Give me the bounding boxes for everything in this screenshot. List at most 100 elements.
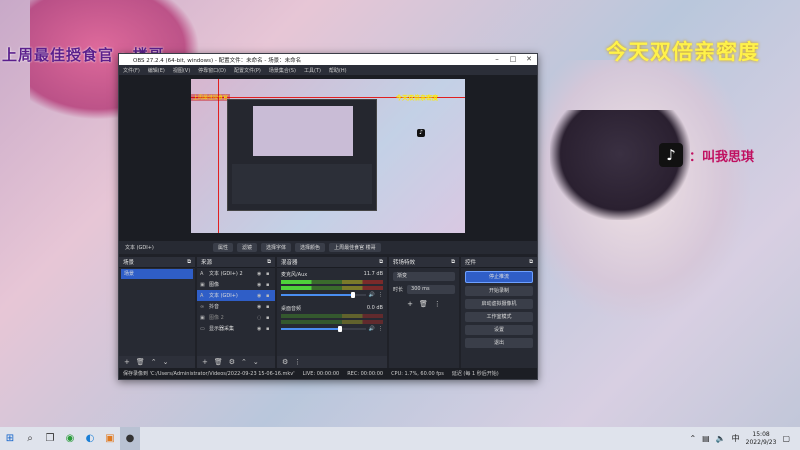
- mixer-dock: 混音器 ⧉ 麦克风/Aux 11.7 dB 🔊 ⋮ 桌面音频 0.0 dB 🔊 ⋮ ⚙ ⋮: [277, 257, 387, 368]
- undock-icon[interactable]: ⧉: [379, 259, 383, 266]
- source-toolbar: 文本 (GDI+) 属性 滤镜 选择字体 选择颜色 上周最佳食官 楼哥: [119, 241, 537, 254]
- mixer-menu-icon[interactable]: ⋮: [294, 358, 301, 366]
- clock[interactable]: 15:08 2022/9/23: [746, 431, 777, 447]
- menu-file[interactable]: 文件(F): [119, 67, 144, 74]
- volume-slider[interactable]: [281, 326, 366, 332]
- channel-menu-icon[interactable]: ⋮: [378, 326, 383, 332]
- eye-off-icon[interactable]: ◌: [257, 315, 263, 321]
- notification-icon[interactable]: ▢: [782, 434, 790, 443]
- settings-button[interactable]: 设置: [465, 325, 533, 335]
- menu-docks[interactable]: 停靠窗口(D): [194, 67, 230, 74]
- advanced-audio-icon[interactable]: ⚙: [282, 358, 288, 366]
- lock-icon[interactable]: ▪: [266, 282, 272, 288]
- source-item-selected[interactable]: A 文本 (GDI+) ◉ ▪: [197, 290, 275, 301]
- cpu-fps: CPU: 1.7%, 60.00 fps: [391, 370, 444, 377]
- transition-menu-icon[interactable]: ⋮: [434, 300, 441, 308]
- eye-icon[interactable]: ◉: [257, 293, 263, 299]
- speaker-icon[interactable]: 🔊: [369, 292, 375, 298]
- eye-icon[interactable]: ◉: [257, 271, 263, 277]
- minimize-icon[interactable]: –: [489, 54, 505, 65]
- docks-row: 场景 ⧉ 场景 + 🗑 ⌃ ⌄ 来源 ⧉ A 文本 (GDI+) 2 ◉ ▪ ▣ 图像 ◉ ▪ …: [119, 257, 537, 368]
- add-source-icon[interactable]: +: [202, 358, 208, 366]
- clock-time: 15:08: [752, 430, 770, 438]
- maximize-icon[interactable]: □: [505, 54, 521, 65]
- volume-icon[interactable]: 🔈: [716, 434, 726, 443]
- store-icon[interactable]: ▣: [100, 427, 120, 450]
- speaker-icon[interactable]: 🔊: [369, 326, 375, 332]
- select-font-button[interactable]: 选择字体: [261, 243, 292, 252]
- filters-button[interactable]: 滤镜: [237, 243, 258, 252]
- image-icon: ▣: [200, 314, 205, 321]
- title-bar[interactable]: OBS 27.2.4 (64-bit, windows) - 配置文件：未命名 …: [119, 54, 537, 65]
- source-settings-icon[interactable]: ⚙: [229, 358, 235, 366]
- move-up-icon[interactable]: ⌃: [241, 358, 247, 366]
- lock-icon[interactable]: ▪: [266, 326, 272, 332]
- lock-icon[interactable]: ▪: [266, 293, 272, 299]
- channel-menu-icon[interactable]: ⋮: [378, 292, 383, 298]
- lock-icon[interactable]: ▪: [266, 315, 272, 321]
- remove-source-icon[interactable]: 🗑: [214, 358, 223, 366]
- scene-item[interactable]: 场景: [121, 269, 193, 279]
- image-icon: ▣: [200, 281, 205, 288]
- undock-icon[interactable]: ⧉: [267, 259, 271, 266]
- source-item[interactable]: A 文本 (GDI+) 2 ◉ ▪: [197, 268, 275, 279]
- menu-edit[interactable]: 编辑(E): [144, 67, 169, 74]
- overlay-text-right: 今天双倍亲密度: [606, 40, 760, 64]
- preview-canvas[interactable]: 上周最佳授食官 今天双倍亲密度 ♪: [191, 79, 465, 233]
- source-item[interactable]: ▣ 图像 ◉ ▪: [197, 279, 275, 290]
- text-preview-field[interactable]: 上周最佳食官 楼哥: [329, 243, 381, 252]
- undock-icon[interactable]: ⧉: [187, 259, 191, 266]
- remove-transition-icon[interactable]: 🗑: [419, 300, 428, 308]
- undock-icon[interactable]: ⧉: [529, 259, 533, 266]
- source-item[interactable]: ▭ 显示器采集 ◉ ▪: [197, 323, 275, 334]
- exit-button[interactable]: 退出: [465, 338, 533, 348]
- source-item[interactable]: ∞ 抖音 ◉ ▪: [197, 301, 275, 312]
- menu-scene-collection[interactable]: 场景集合(S): [265, 67, 300, 74]
- menu-profile[interactable]: 配置文件(P): [230, 67, 265, 74]
- start-virtual-camera-button[interactable]: 启动虚拟摄像机: [465, 299, 533, 309]
- channel-db: 0.0 dB: [366, 305, 383, 311]
- preview-selected-text[interactable]: 上周最佳授食官: [191, 94, 231, 101]
- task-view-icon[interactable]: ❐: [40, 427, 60, 450]
- browser-icon[interactable]: ◉: [60, 427, 80, 450]
- windows-start-icon[interactable]: ⊞: [0, 427, 20, 450]
- add-scene-icon[interactable]: +: [124, 358, 130, 366]
- obs-taskbar-icon[interactable]: ●: [120, 427, 140, 450]
- close-icon[interactable]: ✕: [521, 54, 537, 65]
- select-color-button[interactable]: 选择颜色: [295, 243, 326, 252]
- status-bar: 保存录像到 'C:/Users/Administrator/Videos/202…: [119, 368, 537, 379]
- studio-mode-button[interactable]: 工作室模式: [465, 312, 533, 322]
- delay-status: 延迟 (每 1 秒后开始): [451, 371, 499, 377]
- menu-tools[interactable]: 工具(T): [300, 67, 325, 74]
- eye-icon[interactable]: ◉: [257, 304, 263, 310]
- move-up-icon[interactable]: ⌃: [151, 358, 157, 366]
- edge-icon[interactable]: ◐: [80, 427, 100, 450]
- move-down-icon[interactable]: ⌄: [163, 358, 169, 366]
- lock-icon[interactable]: ▪: [266, 271, 272, 277]
- source-item[interactable]: ▣ 图像 2 ◌ ▪: [197, 312, 275, 323]
- eye-icon[interactable]: ◉: [257, 282, 263, 288]
- rec-indicator: REC: 00:00:00: [347, 370, 384, 377]
- menu-help[interactable]: 帮助(H): [325, 67, 351, 74]
- add-transition-icon[interactable]: +: [407, 300, 413, 308]
- tiktok-text: ：叫我思琪: [689, 149, 755, 165]
- remove-scene-icon[interactable]: 🗑: [136, 358, 145, 366]
- start-recording-button[interactable]: 开始录制: [465, 286, 533, 296]
- tray-up-icon[interactable]: ⌃: [689, 434, 696, 443]
- volume-slider[interactable]: [281, 292, 366, 298]
- move-down-icon[interactable]: ⌄: [253, 358, 259, 366]
- scenes-dock: 场景 ⧉ 场景 + 🗑 ⌃ ⌄: [119, 257, 195, 368]
- properties-button[interactable]: 属性: [213, 243, 234, 252]
- input-language[interactable]: 中: [732, 433, 740, 444]
- undock-icon[interactable]: ⧉: [451, 259, 455, 266]
- guide-line-vertical: [218, 79, 219, 233]
- search-icon[interactable]: ⌕: [20, 427, 40, 450]
- stop-streaming-button[interactable]: 停止推流: [465, 271, 533, 283]
- duration-input[interactable]: 300 ms: [407, 285, 455, 294]
- menu-view[interactable]: 视图(V): [169, 67, 194, 74]
- eye-icon[interactable]: ◉: [257, 326, 263, 332]
- network-icon[interactable]: ▤: [702, 434, 710, 443]
- transition-select[interactable]: 渐变: [393, 272, 455, 281]
- preview-area[interactable]: 上周最佳授食官 今天双倍亲密度 ♪: [119, 75, 537, 251]
- lock-icon[interactable]: ▪: [266, 304, 272, 310]
